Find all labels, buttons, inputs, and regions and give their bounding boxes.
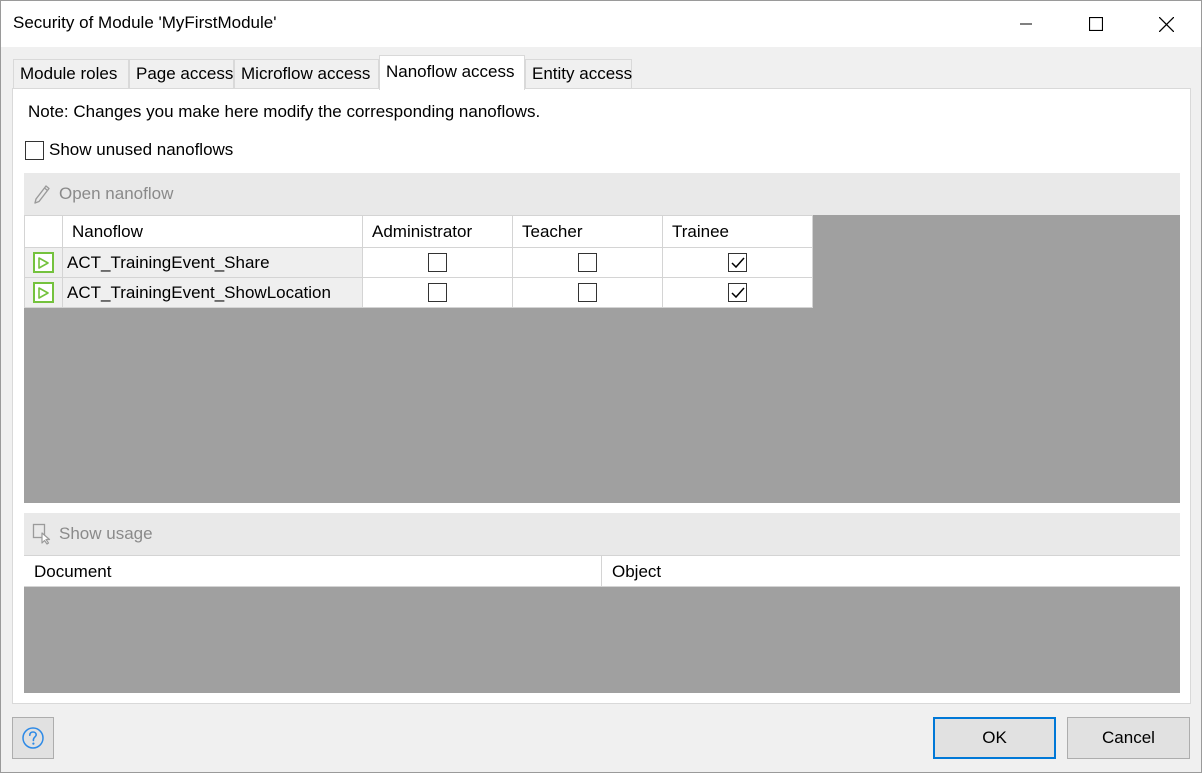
nanoflow-table: Nanoflow Administrator Teacher Trainee A…: [24, 215, 813, 308]
trainee-checkbox[interactable]: [728, 283, 747, 302]
checkmark-icon: [730, 287, 745, 298]
maximize-button[interactable]: [1061, 1, 1131, 47]
help-icon: [22, 727, 44, 749]
window-title: Security of Module 'MyFirstModule': [13, 13, 277, 32]
nanoflow-name[interactable]: ACT_TrainingEvent_ShowLocation: [62, 277, 363, 308]
teacher-cell: [512, 277, 663, 308]
teacher-checkbox[interactable]: [578, 253, 597, 272]
table-header-row: Nanoflow Administrator Teacher Trainee: [24, 215, 813, 248]
icon-column-header: [24, 215, 63, 248]
column-header-teacher[interactable]: Teacher: [512, 215, 663, 248]
checkmark-icon: [730, 257, 745, 268]
table-row[interactable]: ACT_TrainingEvent_ShowLocation: [24, 277, 813, 308]
usage-toolbar: Show usage: [24, 513, 1180, 555]
show-usage-button[interactable]: Show usage: [59, 524, 153, 544]
column-header-administrator[interactable]: Administrator: [362, 215, 513, 248]
nanoflow-icon-cell: [24, 247, 63, 278]
nanoflow-icon: [33, 252, 54, 273]
trainee-cell: [662, 277, 813, 308]
security-dialog: Security of Module 'MyFirstModule' Modul…: [0, 0, 1202, 773]
table-row[interactable]: ACT_TrainingEvent_Share: [24, 247, 813, 278]
show-unused-checkbox[interactable]: [25, 141, 44, 160]
close-button[interactable]: [1131, 1, 1201, 47]
help-button[interactable]: [12, 717, 54, 759]
title-bar: Security of Module 'MyFirstModule': [1, 1, 1201, 47]
tab-module-roles[interactable]: Module roles: [13, 59, 129, 89]
column-header-trainee[interactable]: Trainee: [662, 215, 813, 248]
nanoflow-icon: [33, 282, 54, 303]
nanoflow-name[interactable]: ACT_TrainingEvent_Share: [62, 247, 363, 278]
tab-microflow-access[interactable]: Microflow access: [234, 59, 379, 89]
trainee-cell: [662, 247, 813, 278]
close-icon: [1158, 16, 1174, 32]
nanoflow-access-panel: Note: Changes you make here modify the c…: [12, 88, 1191, 704]
column-header-nanoflow[interactable]: Nanoflow: [62, 215, 363, 248]
tab-entity-access[interactable]: Entity access: [525, 59, 632, 89]
administrator-checkbox[interactable]: [428, 283, 447, 302]
ok-button[interactable]: OK: [933, 717, 1056, 759]
administrator-cell: [362, 277, 513, 308]
show-usage-icon: [32, 523, 51, 545]
administrator-checkbox[interactable]: [428, 253, 447, 272]
nanoflow-toolbar: Open nanoflow: [24, 173, 1180, 215]
nanoflow-icon-cell: [24, 277, 63, 308]
column-header-document[interactable]: Document: [24, 556, 602, 587]
pencil-icon: [34, 185, 50, 204]
column-header-object[interactable]: Object: [602, 556, 1180, 587]
open-nanoflow-button[interactable]: Open nanoflow: [59, 184, 173, 204]
usage-list-area: Document Object: [24, 555, 1180, 693]
show-unused-label[interactable]: Show unused nanoflows: [49, 140, 233, 160]
minimize-button[interactable]: [991, 1, 1061, 47]
cancel-button[interactable]: Cancel: [1067, 717, 1190, 759]
teacher-cell: [512, 247, 663, 278]
trainee-checkbox[interactable]: [728, 253, 747, 272]
teacher-checkbox[interactable]: [578, 283, 597, 302]
tab-nanoflow-access[interactable]: Nanoflow access: [379, 55, 525, 90]
administrator-cell: [362, 247, 513, 278]
nanoflow-grid-area: Nanoflow Administrator Teacher Trainee A…: [24, 215, 1180, 503]
minimize-icon: [1020, 23, 1032, 25]
tab-page-access[interactable]: Page access: [129, 59, 234, 89]
usage-table-header: Document Object: [24, 555, 1180, 587]
maximize-icon: [1089, 17, 1103, 31]
note-text: Note: Changes you make here modify the c…: [28, 102, 541, 121]
